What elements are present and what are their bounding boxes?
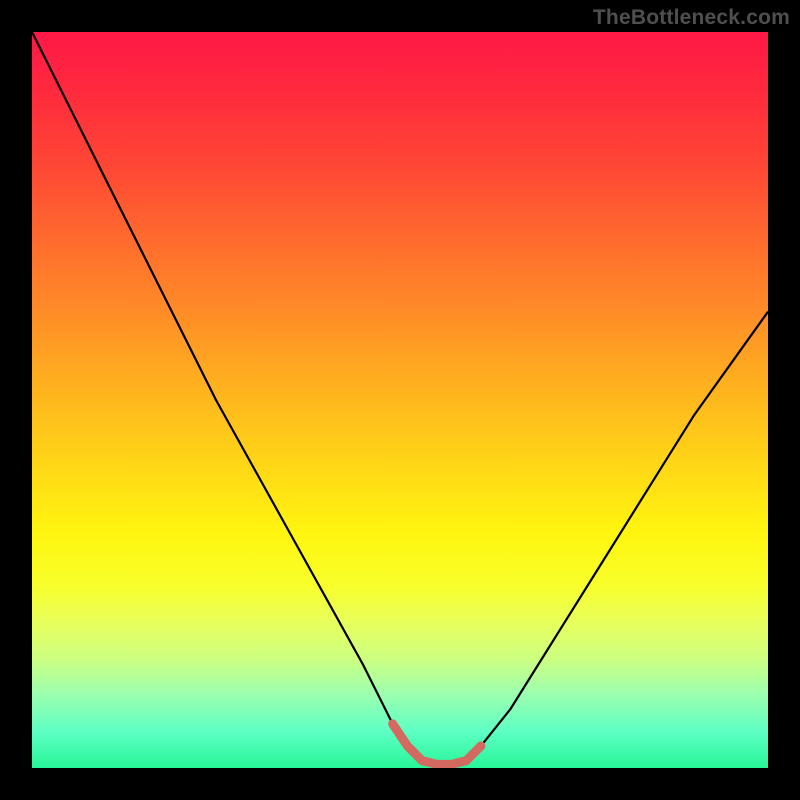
- plot-area: [32, 32, 768, 768]
- watermark-label: TheBottleneck.com: [593, 6, 790, 30]
- chart-frame: TheBottleneck.com: [0, 0, 800, 800]
- bottleneck-curve: [32, 32, 768, 764]
- bottleneck-sweet-spot: [393, 724, 481, 764]
- chart-svg: [32, 32, 768, 768]
